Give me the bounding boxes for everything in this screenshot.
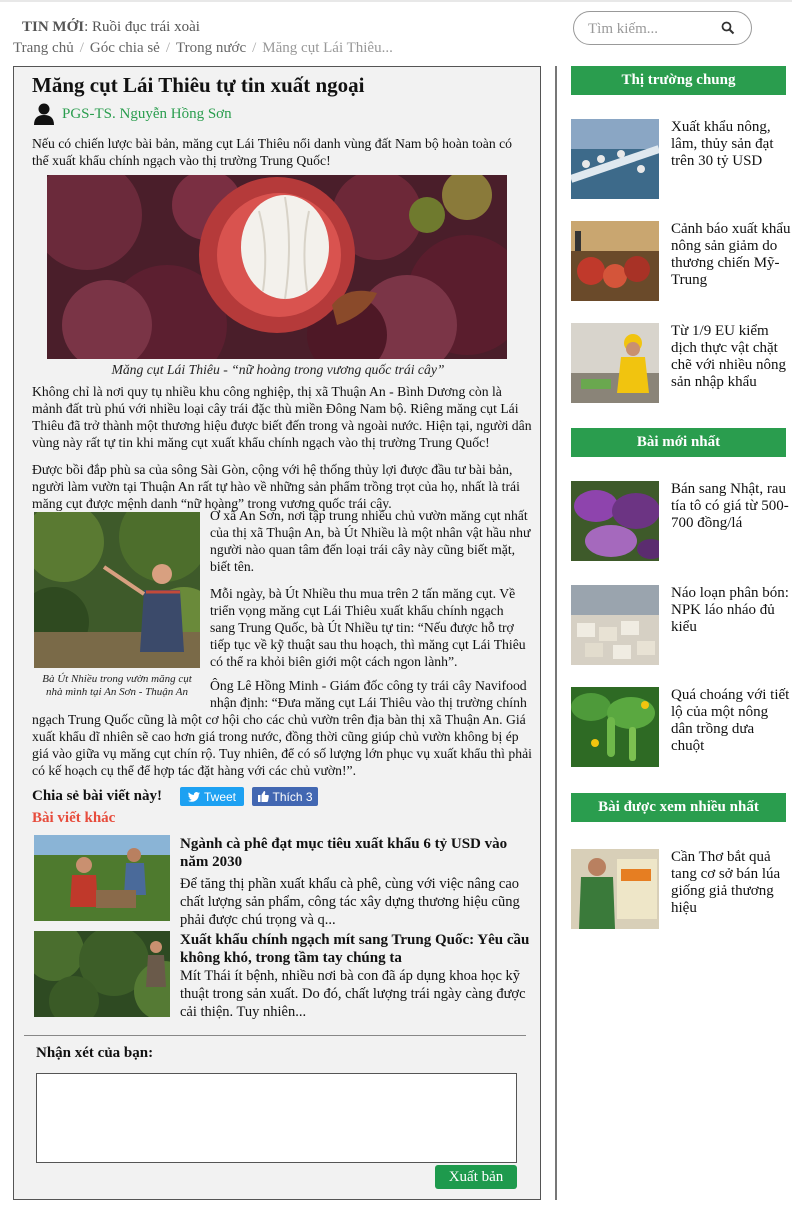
related-thumbnail[interactable] xyxy=(34,931,170,1017)
ticker-label: TIN MỚI xyxy=(22,19,85,35)
article-paragraph: Mỗi ngày, bà Út Nhiều thu mua trên 2 tấn… xyxy=(210,586,526,669)
search-input[interactable] xyxy=(588,18,718,40)
article-panel: Măng cụt Lái Thiêu tự tin xuất ngoại PGS… xyxy=(13,66,541,1200)
sidebar-article[interactable]: Cảnh báo xuất khẩu nông sản giảm do thươ… xyxy=(571,221,791,301)
tweet-button[interactable]: Tweet xyxy=(180,787,245,806)
article-paragraph: Ở xã An Sơn, nơi tập trung nhiều chủ vườ… xyxy=(210,508,531,574)
related-article[interactable]: Ngành cà phê đạt mục tiêu xuất khẩu 6 tỷ… xyxy=(34,835,534,928)
article-lead: Nếu có chiến lược bài bản, măng cụt Lái … xyxy=(32,136,513,168)
article-paragraph: Được bồi đắp phù sa của sông Sài Gòn, cộ… xyxy=(32,462,520,511)
sidebar-thumbnail[interactable] xyxy=(571,585,659,665)
share-label: Chia sẻ bài viết này! xyxy=(32,788,163,804)
related-article[interactable]: Xuất khẩu chính ngạch mít sang Trung Quố… xyxy=(34,931,534,1021)
breadcrumb-separator: / xyxy=(79,40,84,56)
tweet-label: Tweet xyxy=(204,789,237,804)
sidebar-article[interactable]: Náo loạn phân bón: NPK láo nháo đủ kiểu xyxy=(571,585,791,665)
sidebar-article-title[interactable]: Quá choáng với tiết lộ của một nông dân … xyxy=(671,687,791,755)
figure-caption: Bà Út Nhiều trong vườn măng cụt nhà mình… xyxy=(42,673,192,698)
article-paragraph: Không chỉ là nơi quy tụ nhiều khu công n… xyxy=(32,384,532,450)
breadcrumb-separator: / xyxy=(165,40,171,56)
sidebar-thumbnail[interactable] xyxy=(571,481,659,561)
sidebar-thumbnail[interactable] xyxy=(571,221,659,301)
sidebar-heading-latest[interactable]: Bài mới nhất xyxy=(571,428,786,457)
sidebar-article[interactable]: Bán sang Nhật, rau tía tô có giá từ 500-… xyxy=(571,481,791,561)
thumbs-up-icon xyxy=(257,791,269,802)
search-box[interactable] xyxy=(573,11,752,45)
breadcrumb-category[interactable]: Góc chia sẻ xyxy=(90,40,160,56)
facebook-like-button[interactable]: Thích 3 xyxy=(252,787,319,806)
sidebar-article-title[interactable]: Cảnh báo xuất khẩu nông sản giảm do thươ… xyxy=(671,221,791,289)
top-border xyxy=(0,0,792,2)
breadcrumb-home[interactable]: Trang chủ xyxy=(13,40,74,56)
sidebar-article[interactable]: Từ 1/9 EU kiểm dịch thực vật chặt chẽ vớ… xyxy=(571,323,791,403)
search-icon[interactable] xyxy=(721,21,735,35)
column-divider xyxy=(555,66,557,1200)
sidebar-article[interactable]: Xuất khẩu nông, lâm, thủy sản đạt trên 3… xyxy=(571,119,791,199)
section-divider xyxy=(24,1035,526,1036)
sidebar-article-title[interactable]: Từ 1/9 EU kiểm dịch thực vật chặt chẽ vớ… xyxy=(671,323,791,391)
publish-button[interactable]: Xuất bản xyxy=(435,1165,517,1189)
sidebar-thumbnail[interactable] xyxy=(571,849,659,929)
sidebar-article-title[interactable]: Bán sang Nhật, rau tía tô có giá từ 500-… xyxy=(671,481,791,532)
mangosteen-hero-image xyxy=(47,175,507,359)
twitter-icon xyxy=(188,791,200,802)
sidebar-heading-market[interactable]: Thị trường chung xyxy=(571,66,786,95)
orchard-photo xyxy=(34,512,200,668)
breadcrumb-separator: / xyxy=(252,40,257,56)
sidebar-article-title[interactable]: Cần Thơ bắt quả tang cơ sở bán lúa giống… xyxy=(671,849,791,917)
author-name[interactable]: PGS-TS. Nguyễn Hồng Sơn xyxy=(62,106,232,123)
article-title: Măng cụt Lái Thiêu tự tin xuất ngoại xyxy=(32,73,365,97)
share-bar: Chia sẻ bài viết này! Tweet Thích 3 xyxy=(32,787,319,806)
article-paragraph-continued: ngạch Trung Quốc cũng là một cơ hội cho … xyxy=(32,712,532,778)
comment-label: Nhận xét của bạn: xyxy=(36,1045,154,1061)
like-label: Thích 3 xyxy=(272,789,313,804)
sidebar-article-title[interactable]: Náo loạn phân bón: NPK láo nháo đủ kiểu xyxy=(671,585,791,636)
related-description: Mít Thái ít bệnh, nhiều nơi bà con đã áp… xyxy=(180,968,526,1020)
sidebar-article-title[interactable]: Xuất khẩu nông, lâm, thủy sản đạt trên 3… xyxy=(671,119,791,170)
sidebar-article[interactable]: Quá choáng với tiết lộ của một nông dân … xyxy=(571,687,791,767)
comment-textarea[interactable] xyxy=(36,1073,517,1163)
sidebar-thumbnail[interactable] xyxy=(571,687,659,767)
sidebar-thumbnail[interactable] xyxy=(571,323,659,403)
breadcrumb: Trang chủ / Góc chia sẻ / Trong nước / Măng cụ… xyxy=(13,40,393,57)
breadcrumb-subcategory[interactable]: Trong nước xyxy=(176,40,246,56)
sidebar-thumbnail[interactable] xyxy=(571,119,659,199)
article-author: PGS-TS. Nguyễn Hồng Sơn xyxy=(34,102,232,126)
related-description: Để tăng thị phần xuất khẩu cà phê, cùng … xyxy=(180,876,520,928)
sidebar-heading-most-viewed[interactable]: Bài được xem nhiều nhất xyxy=(571,793,786,822)
ticker-text[interactable]: : Ruồi đục trái xoài xyxy=(84,19,200,35)
sidebar-article[interactable]: Cần Thơ bắt quả tang cơ sở bán lúa giống… xyxy=(571,849,791,929)
hero-caption: Măng cụt Lái Thiêu - “nữ hoàng trong vươ… xyxy=(111,362,445,377)
related-title[interactable]: Xuất khẩu chính ngạch mít sang Trung Quố… xyxy=(180,931,530,967)
breadcrumb-current: Măng cụt Lái Thiêu... xyxy=(262,40,393,56)
news-ticker[interactable]: TIN MỚI: Ruồi đục trái xoài xyxy=(22,19,200,36)
related-thumbnail[interactable] xyxy=(34,835,170,921)
person-icon xyxy=(34,103,54,125)
related-title[interactable]: Ngành cà phê đạt mục tiêu xuất khẩu 6 tỷ… xyxy=(180,835,530,871)
article-paragraph: Ông Lê Hồng Minh - Giám đốc công ty trái… xyxy=(210,678,527,710)
other-articles-heading: Bài viết khác xyxy=(32,810,116,826)
